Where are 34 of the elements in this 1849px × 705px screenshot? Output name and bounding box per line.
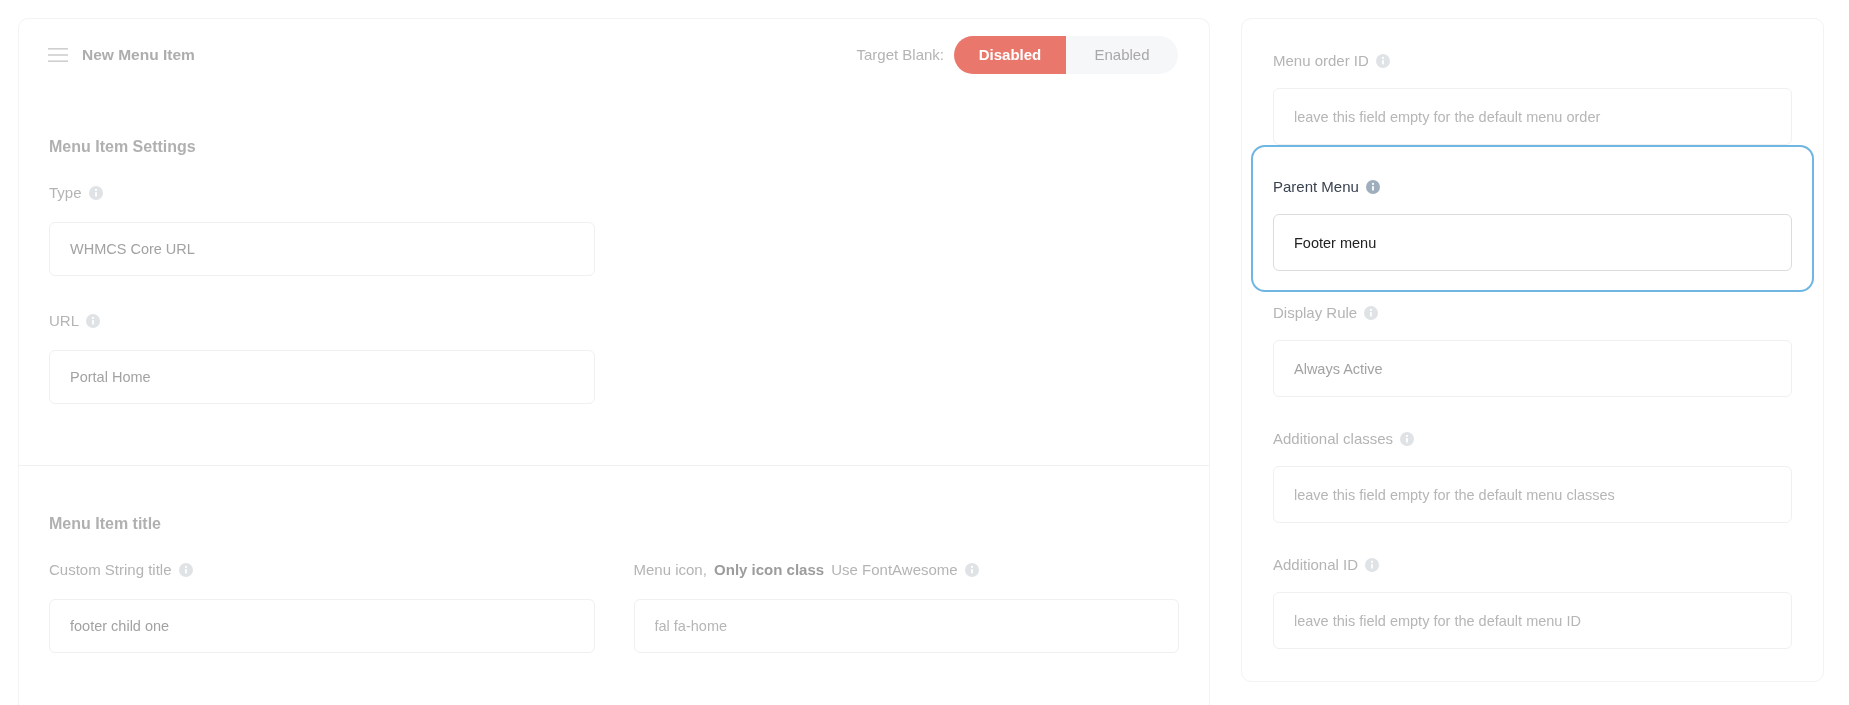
info-icon — [1365, 180, 1380, 194]
field-label: Type — [49, 183, 82, 203]
field-label: Menu icon, Only icon class Use FontAwesome — [633, 560, 958, 580]
info-icon — [88, 186, 103, 200]
text-field[interactable]: footer child one — [49, 599, 595, 653]
field-label: Display Rule — [1273, 303, 1358, 323]
field-label: Menu order ID — [1273, 51, 1369, 71]
field-label: Additional ID — [1273, 555, 1359, 575]
field-label: Additional classes — [1273, 429, 1394, 449]
info-icon — [1400, 432, 1415, 446]
info-icon — [1375, 54, 1390, 68]
text-field[interactable]: Portal Home — [49, 350, 595, 404]
text-field[interactable]: WHMCS Core URL — [49, 222, 595, 276]
field-label: Parent Menu — [1273, 177, 1359, 197]
card-title: New Menu Item — [82, 45, 195, 66]
text-field[interactable]: fal fa-home — [633, 599, 1179, 653]
field-label: URL — [49, 311, 79, 331]
text-field[interactable]: leave this field empty for the default menu classes — [1273, 466, 1792, 523]
toggle-option[interactable]: Enabled — [1066, 36, 1178, 74]
text-field[interactable]: leave this field empty for the default menu ID — [1273, 592, 1792, 649]
field-label: Custom String title — [49, 560, 172, 580]
toggle-option[interactable]: Disabled — [954, 36, 1066, 74]
info-icon — [1365, 558, 1380, 572]
section-heading: Menu Item Settings — [49, 137, 197, 157]
text-field[interactable]: leave this field empty for the default menu order — [1273, 88, 1792, 145]
info-icon — [964, 563, 979, 577]
toggle-label: Target Blank: — [856, 44, 944, 65]
section-heading: Menu Item title — [49, 514, 162, 534]
menu-icon[interactable] — [48, 48, 68, 62]
text-field[interactable]: Footer menu — [1273, 214, 1792, 271]
info-icon — [178, 563, 193, 577]
info-icon — [86, 314, 100, 328]
info-icon — [1364, 306, 1379, 320]
text-field[interactable]: Always Active — [1273, 340, 1792, 397]
